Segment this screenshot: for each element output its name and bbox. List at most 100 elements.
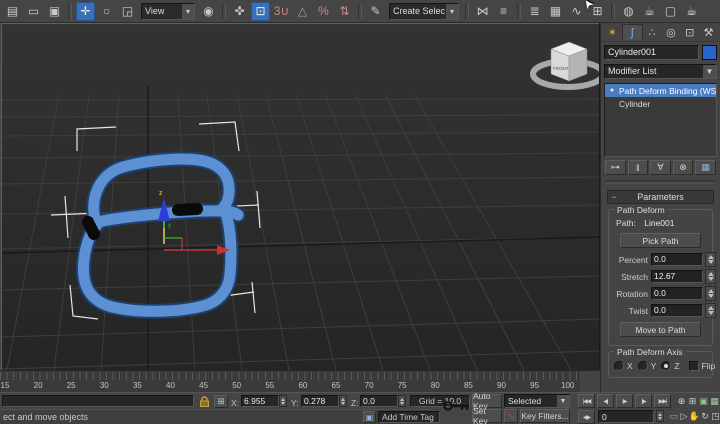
collapse-icon[interactable]: −	[608, 192, 620, 202]
keyboard-override-toggle-icon[interactable]: ⊡	[251, 2, 270, 21]
axis-radio-y[interactable]	[638, 361, 648, 371]
select-and-scale-icon[interactable]: ◲	[118, 2, 137, 21]
x-coordinate-field[interactable]: 6.955	[241, 395, 279, 407]
parameters-rollout-header[interactable]: − Parameters	[607, 190, 714, 204]
edit-named-selection-sets-icon[interactable]: ✎	[366, 2, 385, 21]
maximize-viewport-icon[interactable]: ◳	[710, 410, 720, 423]
next-frame-button[interactable]: |▶	[635, 394, 652, 408]
modifier-list-dropdown[interactable]: Modifier List ▼	[604, 64, 717, 79]
key-mode-toggle[interactable]: ◀▶	[578, 410, 595, 424]
default-in-out-tangents-icon[interactable]: ∿	[504, 409, 518, 423]
flip-checkbox[interactable]	[689, 361, 699, 371]
align-icon[interactable]: ≡	[494, 2, 513, 21]
parameter-field-stretch[interactable]: 12.67	[651, 270, 703, 283]
object-color-swatch[interactable]	[702, 45, 717, 60]
perspective-viewport[interactable]: z y FRONT	[1, 23, 600, 372]
render-setup-icon[interactable]: ☕	[640, 2, 659, 21]
select-and-manipulate-icon[interactable]: ✜	[230, 2, 249, 21]
viewcube-front-label: FRONT	[553, 66, 569, 71]
tab-motion[interactable]: ◎	[661, 24, 680, 40]
frame-tick-label: 65	[332, 381, 341, 390]
ribbon-toggle-icon[interactable]: ▦	[546, 2, 565, 21]
frame-spinner[interactable]	[656, 410, 664, 422]
pan-icon[interactable]: ✋	[689, 410, 700, 423]
path-deform-axis-group: Path Deform Axis XYZFlip	[608, 351, 713, 378]
set-key-button[interactable]: Set Key	[472, 409, 502, 423]
pin-stack-button[interactable]: ⊶	[605, 160, 626, 175]
track-bar[interactable]: 1520253035404550556065707580859095100	[0, 370, 580, 393]
time-tag-icon[interactable]: ▣	[363, 411, 376, 423]
select-by-name-icon[interactable]: ▤	[3, 2, 22, 21]
mirror-icon[interactable]: ⋈	[473, 2, 492, 21]
parameter-spinner[interactable]	[705, 269, 716, 284]
current-frame-field[interactable]: 0	[598, 410, 654, 423]
axis-radio-x[interactable]	[614, 361, 624, 371]
use-pivot-point-icon[interactable]: ◉	[199, 2, 218, 21]
configure-modifier-sets-button[interactable]: ▦	[695, 160, 716, 175]
key-filters-button[interactable]: Key Filters...	[520, 409, 570, 423]
named-selection-set-dropdown[interactable]: Create Selection Se▾	[389, 3, 459, 20]
previous-frame-button[interactable]: ◀|	[597, 394, 614, 408]
frame-tick-label: 35	[133, 381, 142, 390]
region-zoom-icon[interactable]: ▭	[668, 410, 679, 423]
selection-set-key-dropdown[interactable]: Selected ▼	[504, 394, 570, 408]
select-and-rotate-icon[interactable]: ○	[97, 2, 116, 21]
play-button[interactable]: ▶	[616, 394, 633, 408]
y-coordinate-field[interactable]: 0.278	[301, 395, 339, 407]
frame-tick-label: 25	[67, 381, 76, 390]
track-bar-fill	[580, 370, 600, 393]
axis-radio-z[interactable]	[661, 361, 671, 371]
tab-modify[interactable]: ∫	[622, 24, 643, 40]
modifier-stack[interactable]: ●Path Deform Binding (WSCylinder	[604, 83, 717, 157]
parameter-row: Stretch12.67	[612, 269, 709, 284]
add-time-tag-field[interactable]: Add Time Tag	[378, 411, 440, 423]
layer-manager-icon[interactable]: ≣	[525, 2, 544, 21]
zoom-extents-icon[interactable]: ▣	[698, 395, 709, 408]
show-end-result-button[interactable]: ‖	[628, 160, 649, 175]
go-to-end-button[interactable]: ▶▶|	[654, 394, 671, 408]
rendered-frame-window-icon[interactable]: ▢	[661, 2, 680, 21]
render-production-icon[interactable]: ☕	[682, 2, 701, 21]
parameter-field-percent[interactable]: 0.0	[651, 253, 703, 266]
parameter-field-rotation[interactable]: 0.0	[651, 287, 703, 300]
make-unique-button[interactable]: ∀	[650, 160, 671, 175]
transform-typein-icon[interactable]: ⊞	[214, 395, 228, 408]
parameter-spinner[interactable]	[705, 303, 716, 318]
parameter-field-twist[interactable]: 0.0	[651, 304, 703, 317]
select-and-move-icon[interactable]: ✛	[76, 2, 95, 21]
percent-snap-icon[interactable]: %	[314, 2, 333, 21]
fov-icon[interactable]: ▷	[679, 410, 690, 423]
z-coordinate-field[interactable]: 0.0	[360, 395, 398, 407]
modifier-onoff-bulb-icon[interactable]: ●	[605, 87, 619, 94]
y-spinner[interactable]	[339, 395, 347, 407]
x-spinner[interactable]	[279, 395, 287, 407]
tab-display[interactable]: ⊡	[680, 24, 699, 40]
orbit-icon[interactable]: ↻	[700, 410, 711, 423]
move-to-path-button[interactable]: Move to Path	[620, 322, 701, 337]
window-crossing-icon[interactable]: ▣	[45, 2, 64, 21]
material-editor-icon[interactable]: ◍	[619, 2, 638, 21]
zoom-extents-all-icon[interactable]: ▦	[709, 395, 720, 408]
zoom-icon[interactable]: ⊕	[676, 395, 687, 408]
modifier-stack-item[interactable]: Cylinder	[605, 97, 716, 110]
object-name-field[interactable]: Cylinder001	[604, 45, 699, 60]
rectangular-selection-icon[interactable]: ▭	[24, 2, 43, 21]
modifier-stack-item[interactable]: ●Path Deform Binding (WS	[605, 84, 716, 97]
tab-create[interactable]: ✶	[603, 24, 622, 40]
go-to-start-button[interactable]: |◀◀	[578, 394, 595, 408]
zoom-all-icon[interactable]: ⊞	[687, 395, 698, 408]
tab-utilities[interactable]: ⚒	[699, 24, 718, 40]
angle-snap-icon[interactable]: △	[293, 2, 312, 21]
z-spinner[interactable]	[398, 395, 406, 407]
reference-coordinate-dropdown[interactable]: View▾	[141, 3, 195, 20]
spinner-snap-icon[interactable]: ⇅	[335, 2, 354, 21]
parameter-spinner[interactable]	[705, 252, 716, 267]
parameter-spinner[interactable]	[705, 286, 716, 301]
selection-lock-icon[interactable]	[198, 395, 211, 408]
tab-hierarchy[interactable]: ∴	[643, 24, 662, 40]
pick-path-button[interactable]: Pick Path	[620, 233, 701, 248]
remove-modifier-button[interactable]: ⊗	[673, 160, 694, 175]
flip-label: Flip	[702, 361, 716, 371]
snaps-toggle-3d-icon[interactable]: 3∪	[272, 2, 291, 21]
path-name: Line001	[644, 218, 674, 228]
